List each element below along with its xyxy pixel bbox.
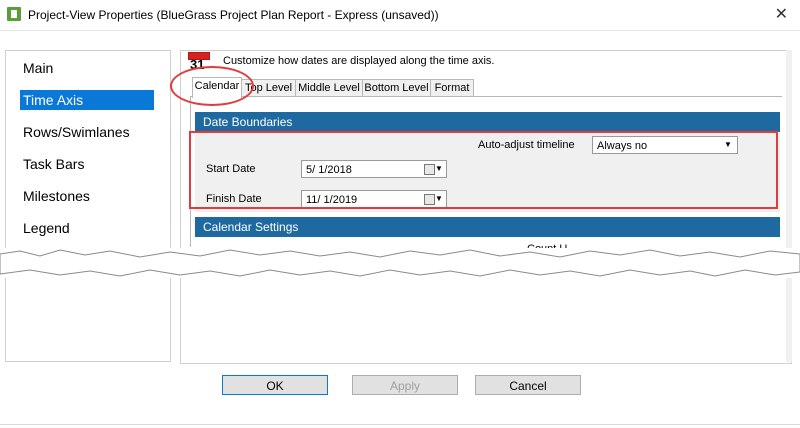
ok-button[interactable]: OK <box>222 375 328 395</box>
description-text: Customize how dates are displayed along … <box>223 55 495 67</box>
auto-adjust-label: Auto-adjust timeline <box>478 139 575 151</box>
nav-item-main[interactable]: Main <box>20 58 56 78</box>
close-icon[interactable]: ✕ <box>775 4 788 24</box>
nav-item-milestones[interactable]: Milestones <box>20 186 93 206</box>
tab-middle-level[interactable]: Middle Level <box>295 79 363 97</box>
nav-item-time-axis[interactable]: Time Axis <box>20 90 154 110</box>
dropdown-arrow-icon[interactable]: ▼ <box>721 138 735 152</box>
auto-adjust-select[interactable]: Always no ▼ <box>592 136 738 154</box>
apply-button[interactable]: Apply <box>352 375 458 395</box>
tab-bottom-level[interactable]: Bottom Level <box>362 79 431 97</box>
app-icon <box>7 7 21 21</box>
torn-edge <box>0 248 800 278</box>
cancel-button[interactable]: Cancel <box>475 375 581 395</box>
tab-format[interactable]: Format <box>430 79 474 97</box>
finish-date-label: Finish Date <box>206 193 262 205</box>
date-picker-icon[interactable]: ▼ <box>424 163 443 175</box>
auto-adjust-value: Always no <box>597 140 648 152</box>
finish-date-value: 11/ 1/2019 <box>306 194 358 206</box>
window-title: Project-View Properties (BlueGrass Proje… <box>28 8 439 22</box>
start-date-label: Start Date <box>206 163 256 175</box>
finish-date-field[interactable]: 11/ 1/2019 ▼ <box>301 190 447 208</box>
start-date-value: 5/ 1/2018 <box>306 164 352 176</box>
calendar-icon: 31 <box>188 52 210 74</box>
tab-calendar[interactable]: Calendar <box>192 77 242 98</box>
nav-item-legend[interactable]: Legend <box>20 218 73 238</box>
date-picker-icon[interactable]: ▼ <box>424 193 443 205</box>
tab-top-level[interactable]: Top Level <box>241 79 296 97</box>
section-header-date-boundaries: Date Boundaries <box>195 112 780 132</box>
section-header-calendar-settings: Calendar Settings <box>195 217 780 237</box>
window-bottom-border <box>0 424 800 425</box>
nav-item-rows-swimlanes[interactable]: Rows/Swimlanes <box>20 122 133 142</box>
start-date-field[interactable]: 5/ 1/2018 ▼ <box>301 160 447 178</box>
nav-item-task-bars[interactable]: Task Bars <box>20 154 87 174</box>
title-bar: Project-View Properties (BlueGrass Proje… <box>0 0 800 31</box>
scrollbar[interactable] <box>786 50 792 362</box>
